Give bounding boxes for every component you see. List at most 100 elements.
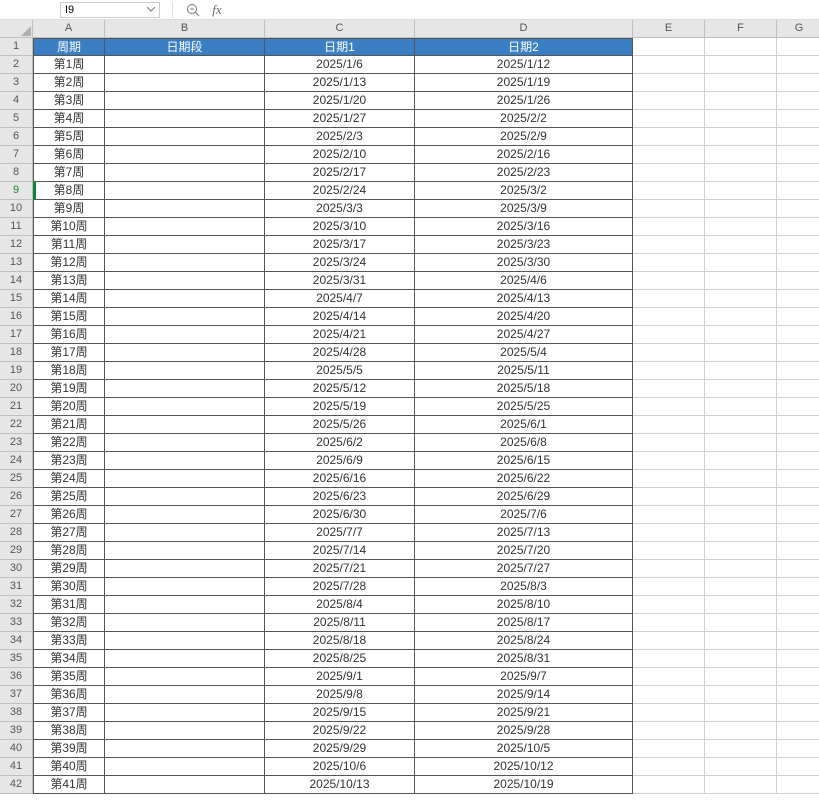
cell-B14[interactable] [105,272,265,290]
row-header-7[interactable]: 7 [0,146,33,164]
row-headers[interactable]: 1234567891011121314151617181920212223242… [0,38,33,794]
cell-A17[interactable]: 第16周 [33,326,105,344]
cell-B10[interactable] [105,200,265,218]
cell-B12[interactable] [105,236,265,254]
row-header-36[interactable]: 36 [0,668,33,686]
row-header-14[interactable]: 14 [0,272,33,290]
row-header-38[interactable]: 38 [0,704,33,722]
cell-E22[interactable] [633,416,705,434]
zoom-out-icon[interactable] [185,2,201,18]
cell-G29[interactable] [777,542,819,560]
cell-C26[interactable]: 2025/6/23 [265,488,415,506]
cell-G30[interactable] [777,560,819,578]
row-header-27[interactable]: 27 [0,506,33,524]
cell-G28[interactable] [777,524,819,542]
cell-E37[interactable] [633,686,705,704]
row-header-28[interactable]: 28 [0,524,33,542]
cell-D15[interactable]: 2025/4/13 [415,290,633,308]
cell-F30[interactable] [705,560,777,578]
cell-C38[interactable]: 2025/9/15 [265,704,415,722]
cell-D10[interactable]: 2025/3/9 [415,200,633,218]
cell-E40[interactable] [633,740,705,758]
cell-G15[interactable] [777,290,819,308]
cell-F19[interactable] [705,362,777,380]
cell-G7[interactable] [777,146,819,164]
cell-D31[interactable]: 2025/8/3 [415,578,633,596]
cell-E38[interactable] [633,704,705,722]
row-header-33[interactable]: 33 [0,614,33,632]
cell-F10[interactable] [705,200,777,218]
cell-B30[interactable] [105,560,265,578]
cell-E7[interactable] [633,146,705,164]
cell-D18[interactable]: 2025/5/4 [415,344,633,362]
row-header-37[interactable]: 37 [0,686,33,704]
cell-E31[interactable] [633,578,705,596]
cell-G4[interactable] [777,92,819,110]
cell-D23[interactable]: 2025/6/8 [415,434,633,452]
cell-G5[interactable] [777,110,819,128]
cell-G11[interactable] [777,218,819,236]
cell-E29[interactable] [633,542,705,560]
cell-D32[interactable]: 2025/8/10 [415,596,633,614]
cell-A6[interactable]: 第5周 [33,128,105,146]
cell-C18[interactable]: 2025/4/28 [265,344,415,362]
cell-C21[interactable]: 2025/5/19 [265,398,415,416]
cell-D29[interactable]: 2025/7/20 [415,542,633,560]
cell-C19[interactable]: 2025/5/5 [265,362,415,380]
cell-G40[interactable] [777,740,819,758]
cell-D41[interactable]: 2025/10/12 [415,758,633,776]
cell-B35[interactable] [105,650,265,668]
cell-G21[interactable] [777,398,819,416]
cell-A42[interactable]: 第41周 [33,776,105,794]
row-header-10[interactable]: 10 [0,200,33,218]
cell-A22[interactable]: 第21周 [33,416,105,434]
row-header-41[interactable]: 41 [0,758,33,776]
cell-G18[interactable] [777,344,819,362]
cell-E20[interactable] [633,380,705,398]
cell-D13[interactable]: 2025/3/30 [415,254,633,272]
cell-C10[interactable]: 2025/3/3 [265,200,415,218]
cell-D36[interactable]: 2025/9/7 [415,668,633,686]
cell-B15[interactable] [105,290,265,308]
cell-F1[interactable] [705,38,777,56]
cell-F13[interactable] [705,254,777,272]
cell-B38[interactable] [105,704,265,722]
row-header-29[interactable]: 29 [0,542,33,560]
select-all-corner[interactable] [0,20,33,38]
cell-F15[interactable] [705,290,777,308]
cell-E16[interactable] [633,308,705,326]
cell-F31[interactable] [705,578,777,596]
row-header-20[interactable]: 20 [0,380,33,398]
cell-B20[interactable] [105,380,265,398]
row-header-32[interactable]: 32 [0,596,33,614]
cell-G3[interactable] [777,74,819,92]
cell-C3[interactable]: 2025/1/13 [265,74,415,92]
row-header-19[interactable]: 19 [0,362,33,380]
cell-C25[interactable]: 2025/6/16 [265,470,415,488]
row-header-17[interactable]: 17 [0,326,33,344]
row-header-34[interactable]: 34 [0,632,33,650]
cell-D12[interactable]: 2025/3/23 [415,236,633,254]
cell-F4[interactable] [705,92,777,110]
cell-A2[interactable]: 第1周 [33,56,105,74]
cell-C1[interactable]: 日期1 [265,38,415,56]
cell-F25[interactable] [705,470,777,488]
column-header-F[interactable]: F [705,20,777,38]
cell-C23[interactable]: 2025/6/2 [265,434,415,452]
cell-D42[interactable]: 2025/10/19 [415,776,633,794]
cell-area[interactable]: 周期日期段日期1日期2第1周2025/1/62025/1/12第2周2025/1… [33,38,819,794]
cell-C17[interactable]: 2025/4/21 [265,326,415,344]
cell-A23[interactable]: 第22周 [33,434,105,452]
cell-D17[interactable]: 2025/4/27 [415,326,633,344]
cell-G24[interactable] [777,452,819,470]
cell-E8[interactable] [633,164,705,182]
cell-A5[interactable]: 第4周 [33,110,105,128]
cell-D11[interactable]: 2025/3/16 [415,218,633,236]
row-header-30[interactable]: 30 [0,560,33,578]
cell-F36[interactable] [705,668,777,686]
cell-C27[interactable]: 2025/6/30 [265,506,415,524]
cell-C32[interactable]: 2025/8/4 [265,596,415,614]
cell-E12[interactable] [633,236,705,254]
cell-A20[interactable]: 第19周 [33,380,105,398]
cell-F24[interactable] [705,452,777,470]
